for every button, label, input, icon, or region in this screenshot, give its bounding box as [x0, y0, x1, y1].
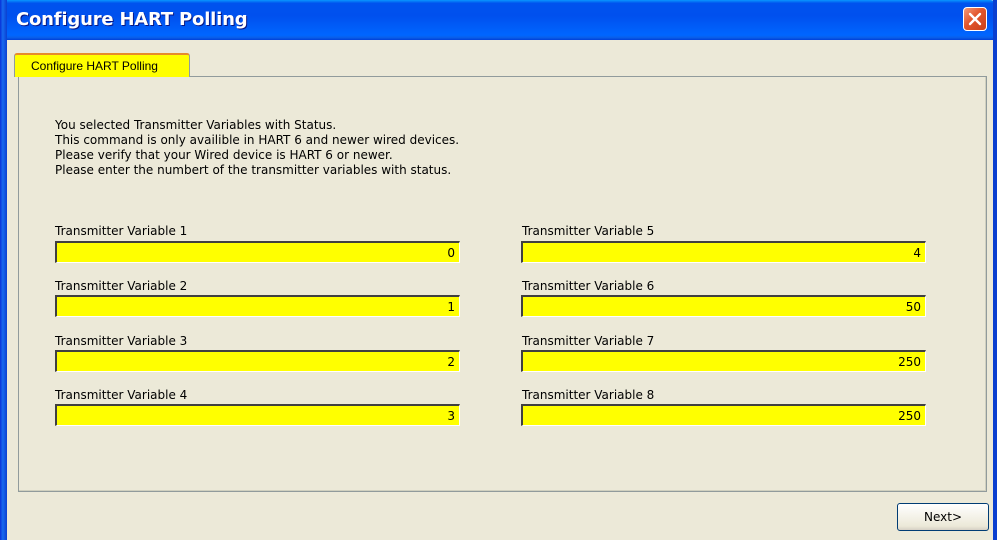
- dialog-window: Configure HART Polling Configure HART Po…: [0, 0, 997, 540]
- message-line-1: You selected Transmitter Variables with …: [55, 118, 337, 132]
- transmitter-variable-4-label: Transmitter Variable 4: [55, 388, 188, 402]
- transmitter-variable-2-field[interactable]: 1: [55, 295, 460, 317]
- tab-configure-hart-polling[interactable]: Configure HART Polling: [14, 53, 190, 77]
- window-frame-left: [0, 0, 7, 540]
- transmitter-variable-8-field[interactable]: 250: [521, 404, 926, 426]
- transmitter-variable-1-label: Transmitter Variable 1: [55, 224, 188, 238]
- transmitter-variable-2-label: Transmitter Variable 2: [55, 279, 188, 293]
- close-icon: [968, 12, 982, 26]
- next-button[interactable]: Next>: [897, 503, 989, 531]
- title-bar[interactable]: Configure HART Polling: [0, 0, 997, 40]
- window-frame-right: [993, 0, 997, 540]
- transmitter-variable-1-field[interactable]: 0: [55, 241, 460, 263]
- tab-label: Configure HART Polling: [31, 59, 158, 73]
- transmitter-variable-3-field[interactable]: 2: [55, 350, 460, 372]
- transmitter-variable-6-field[interactable]: 50: [521, 295, 926, 317]
- close-button[interactable]: [963, 7, 987, 31]
- transmitter-variable-7-label: Transmitter Variable 7: [522, 334, 655, 348]
- transmitter-variable-3-label: Transmitter Variable 3: [55, 334, 188, 348]
- transmitter-variable-5-label: Transmitter Variable 5: [522, 224, 655, 238]
- transmitter-variable-6-label: Transmitter Variable 6: [522, 279, 655, 293]
- message-line-2: This command is only availible in HART 6…: [55, 133, 460, 147]
- transmitter-variable-8-label: Transmitter Variable 8: [522, 388, 655, 402]
- message-line-3: Please verify that your Wired device is …: [55, 148, 393, 162]
- window-title: Configure HART Polling: [16, 9, 248, 30]
- transmitter-variable-7-field[interactable]: 250: [521, 350, 926, 372]
- message-line-4: Please enter the numbert of the transmit…: [55, 163, 452, 177]
- transmitter-variable-5-field[interactable]: 4: [521, 241, 926, 263]
- transmitter-variable-4-field[interactable]: 3: [55, 404, 460, 426]
